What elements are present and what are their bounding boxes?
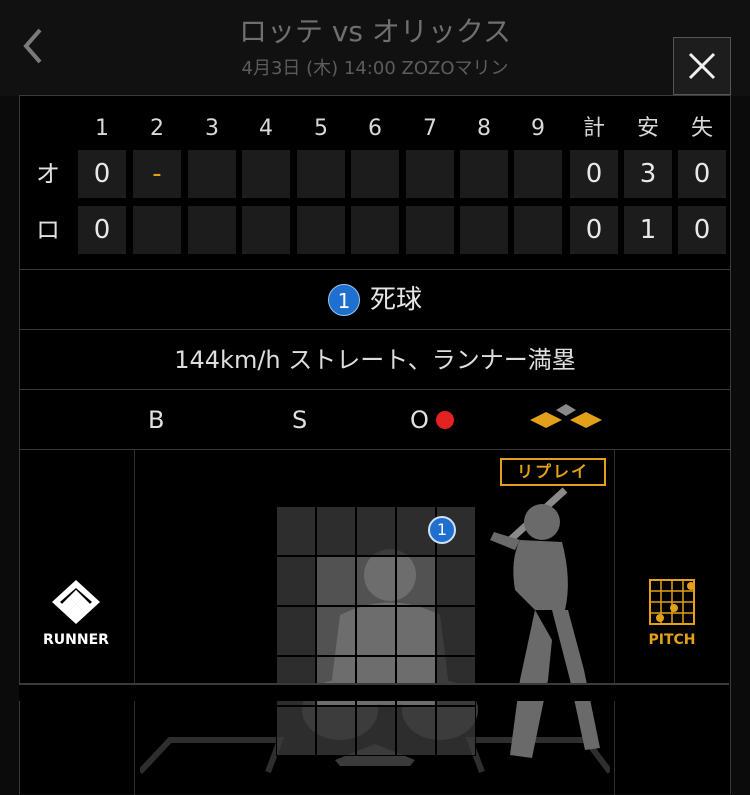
pitch-chart-icon: [649, 579, 695, 625]
inning-score: [460, 150, 508, 198]
page-header: ロッテ vs オリックス 4月3日 (木) 14:00 ZOZOマリン: [0, 0, 750, 96]
inning-score: [242, 150, 290, 198]
runner-label: RUNNER: [43, 632, 109, 648]
inning-score: [188, 150, 236, 198]
inning-score: [406, 150, 454, 198]
inning-score: 0: [78, 206, 126, 254]
total-header: 失: [690, 116, 713, 141]
strike-count-label: S: [292, 406, 308, 434]
ball-zone-cell: [316, 706, 356, 756]
inning-header: 1: [95, 116, 109, 141]
ball-zone-cell: [316, 506, 356, 556]
total-score: 0: [678, 150, 726, 198]
inning-header: 8: [477, 116, 491, 141]
ball-zone-cell: [356, 706, 396, 756]
page-subtitle: 4月3日 (木) 14:00 ZOZOマリン: [241, 58, 509, 79]
strike-zone-cell: [396, 606, 436, 656]
runner-button[interactable]: RUNNER: [34, 578, 118, 648]
close-icon: [688, 52, 716, 80]
bases-loaded-icon: [530, 404, 602, 428]
inning-header: 9: [531, 116, 545, 141]
strike-zone-cell: [316, 556, 356, 606]
close-button[interactable]: [673, 37, 731, 95]
strike-zone-cell: [396, 556, 436, 606]
inning-score: [242, 206, 290, 254]
batter-silhouette: [490, 487, 600, 758]
ball-zone-cell: [276, 506, 316, 556]
total-header: 安: [636, 116, 659, 141]
play-result-text: 死球: [369, 285, 422, 315]
pitch-location-marker[interactable]: 1: [428, 516, 456, 544]
play-result: 1 死球: [20, 270, 730, 330]
inning-score: [297, 150, 345, 198]
divider: [614, 450, 615, 795]
team-label: ロ: [36, 216, 60, 244]
pitch-number-badge: 1: [327, 284, 360, 316]
inning-header: 3: [205, 116, 219, 141]
page-title: ロッテ vs オリックス: [238, 15, 512, 48]
inning-header: 5: [314, 116, 328, 141]
inning-score: [351, 150, 399, 198]
out-dot: [436, 411, 454, 429]
ball-zone-cell: [436, 556, 476, 606]
pitch-button[interactable]: PITCH: [632, 578, 712, 648]
pitch-visual-panel: RUNNER PITCH リプレイ 1: [20, 450, 730, 795]
ball-zone-cell: [436, 606, 476, 656]
ball-zone-cell: [276, 556, 316, 606]
inning-score: [514, 206, 562, 254]
inning-score: [188, 206, 236, 254]
ball-count-label: B: [148, 406, 165, 434]
strike-zone: [276, 506, 476, 756]
inning-header: 6: [368, 116, 382, 141]
total-score: 0: [570, 150, 618, 198]
inning-header: 2: [150, 116, 164, 141]
strike-zone-cell: [316, 606, 356, 656]
total-score: 0: [678, 206, 726, 254]
strike-zone-cell: [356, 556, 396, 606]
inning-score: 0: [78, 150, 126, 198]
bottom-bar: [19, 683, 729, 701]
inning-score: [460, 206, 508, 254]
inning-score: [133, 206, 181, 254]
divider: [134, 450, 135, 795]
total-header: 計: [582, 116, 605, 141]
inning-score: -: [133, 150, 181, 198]
inning-score: [351, 206, 399, 254]
inning-header: 4: [259, 116, 273, 141]
baseball-diamond-icon: [52, 580, 100, 624]
total-score: 1: [624, 206, 672, 254]
inning-score: [514, 150, 562, 198]
inning-header: 7: [423, 116, 437, 141]
ball-zone-cell: [276, 606, 316, 656]
pitch-label: PITCH: [648, 632, 696, 648]
total-score: 0: [570, 206, 618, 254]
ball-zone-cell: [356, 506, 396, 556]
strike-zone-cell: [356, 606, 396, 656]
ball-zone-cell: [436, 706, 476, 756]
scoreboard: 123456789計安失オ0-030ロ0010: [20, 96, 730, 270]
pitch-description: 144km/h ストレート、ランナー満塁: [20, 330, 730, 390]
total-score: 3: [624, 150, 672, 198]
count-indicator: B S O: [20, 390, 730, 450]
team-label: オ: [36, 160, 60, 188]
inning-score: [406, 206, 454, 254]
out-count-label: O: [410, 406, 429, 434]
ball-zone-cell: [396, 706, 436, 756]
inning-score: [297, 206, 345, 254]
ball-zone-cell: [276, 706, 316, 756]
